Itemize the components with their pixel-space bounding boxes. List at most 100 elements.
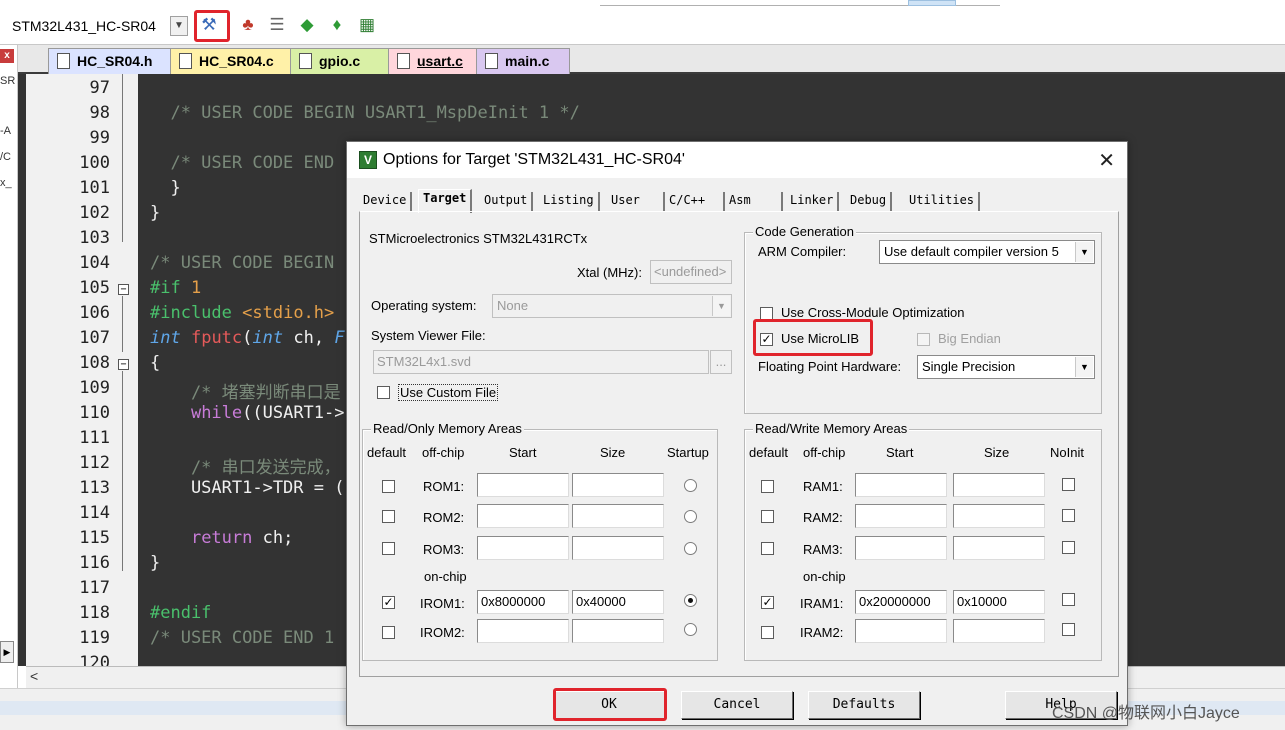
irom2-default-checkbox[interactable] [382, 626, 395, 639]
ram2-start-field[interactable] [855, 504, 947, 528]
tab-debug[interactable]: Debug [846, 192, 893, 211]
stack-icon[interactable]: ☰ [266, 14, 288, 36]
green-diamond-icon[interactable]: ◆ [296, 14, 318, 36]
ram3-noinit-checkbox[interactable] [1062, 541, 1075, 554]
irom1-startup-radio[interactable] [684, 594, 697, 607]
tab-gpio-c[interactable]: gpio.c [290, 48, 400, 74]
ram2-noinit-checkbox[interactable] [1062, 509, 1075, 522]
rom3-startup-radio[interactable] [684, 542, 697, 555]
rom1-size-field[interactable] [572, 473, 664, 497]
cross-module-label[interactable]: Use Cross-Module Optimization [781, 305, 965, 320]
ram3-default-checkbox[interactable] [761, 542, 774, 555]
big-endian-checkbox[interactable] [917, 333, 930, 346]
ram1-noinit-checkbox[interactable] [1062, 478, 1075, 491]
tab-target[interactable]: Target [418, 189, 473, 213]
pack-installer-icon[interactable]: ▦ [356, 14, 378, 36]
xtal-field[interactable]: <undefined> [650, 260, 732, 284]
tab-hc-sr04-c[interactable]: HC_SR04.c [170, 48, 306, 74]
line-number: 118 [79, 603, 110, 623]
ram1-default-checkbox[interactable] [761, 480, 774, 493]
chevron-down-icon[interactable]: ▼ [170, 16, 188, 36]
chevron-down-icon[interactable]: ▼ [712, 296, 730, 316]
scroll-right-icon[interactable]: ▶ [0, 641, 14, 663]
ram2-label: RAM2: [803, 510, 843, 525]
tab-label: main.c [505, 53, 550, 69]
tab-main-c[interactable]: main.c [476, 48, 570, 74]
target-select[interactable]: STM32L431_HC-SR04 ▼ [8, 14, 188, 38]
use-custom-file-label[interactable]: Use Custom File [398, 384, 499, 401]
iram1-noinit-checkbox[interactable] [1062, 593, 1075, 606]
rom1-startup-radio[interactable] [684, 479, 697, 492]
ram3-start-field[interactable] [855, 536, 947, 560]
tab-listing[interactable]: Listing [539, 192, 600, 211]
iram1-default-checkbox[interactable]: ✓ [761, 596, 774, 609]
iram2-default-checkbox[interactable] [761, 626, 774, 639]
ram1-start-field[interactable] [855, 473, 947, 497]
rom1-start-field[interactable] [477, 473, 569, 497]
iram1-size-field[interactable]: 0x10000 [953, 590, 1045, 614]
tab-device[interactable]: Device [359, 192, 413, 211]
svf-field[interactable]: STM32L4x1.svd [373, 350, 709, 374]
tab-asm[interactable]: Asm [725, 192, 783, 211]
close-icon[interactable]: ✕ [1098, 148, 1115, 173]
irom2-start-field[interactable] [477, 619, 569, 643]
ram3-size-field[interactable] [953, 536, 1045, 560]
defaults-button[interactable]: Defaults [808, 691, 920, 719]
irom1-size-field[interactable]: 0x40000 [572, 590, 664, 614]
tab-linker[interactable]: Linker [786, 192, 840, 211]
iram2-size-field[interactable] [953, 619, 1045, 643]
rom1-default-checkbox[interactable] [382, 480, 395, 493]
rom3-size-field[interactable] [572, 536, 664, 560]
project-tree-text[interactable]: /C [0, 151, 18, 163]
tab-c-cpp[interactable]: C/C++ [665, 192, 725, 211]
toolbar-top-button[interactable] [908, 0, 956, 6]
rom2-start-field[interactable] [477, 504, 569, 528]
tab-hc-sr04-h[interactable]: HC_SR04.h [48, 48, 184, 74]
fold-marker-icon[interactable]: − [118, 284, 129, 295]
cancel-button[interactable]: Cancel [681, 691, 793, 719]
rom2-startup-radio[interactable] [684, 510, 697, 523]
iram1-start-field[interactable]: 0x20000000 [855, 590, 947, 614]
irom1-default-checkbox[interactable]: ✓ [382, 596, 395, 609]
code-line: /* 堵塞判断串口是 [150, 383, 341, 403]
irom2-startup-radio[interactable] [684, 623, 697, 636]
chevron-down-icon[interactable]: ▼ [1075, 242, 1093, 262]
irom1-start-field[interactable]: 0x8000000 [477, 590, 569, 614]
rom3-start-field[interactable] [477, 536, 569, 560]
fold-line [122, 296, 123, 352]
arm-compiler-select[interactable]: Use default compiler version 5 ▼ [879, 240, 1095, 264]
col-size: Size [984, 445, 1010, 460]
tab-utilities[interactable]: Utilities [905, 192, 981, 211]
iram2-label: IRAM2: [800, 625, 844, 640]
os-select[interactable]: None ▼ [492, 294, 732, 318]
tab-user[interactable]: User [607, 192, 665, 211]
fold-marker-icon[interactable]: − [118, 359, 129, 370]
code-line: #include <stdio.h> [150, 303, 335, 323]
iram1-label: IRAM1: [800, 596, 844, 611]
download-icon[interactable]: ♦ [326, 14, 348, 36]
ram2-default-checkbox[interactable] [761, 510, 774, 523]
project-tree-text[interactable]: SR [0, 75, 18, 87]
iram2-noinit-checkbox[interactable] [1062, 623, 1075, 636]
browse-button[interactable]: ... [710, 350, 732, 374]
close-icon[interactable]: x [0, 49, 14, 63]
rom3-default-checkbox[interactable] [382, 542, 395, 555]
project-tree-text[interactable]: -A [0, 125, 18, 137]
rom2-default-checkbox[interactable] [382, 510, 395, 523]
line-number: 106 [79, 303, 110, 323]
fph-select[interactable]: Single Precision ▼ [917, 355, 1095, 379]
tab-output[interactable]: Output [480, 192, 534, 211]
use-custom-file-checkbox[interactable] [377, 386, 390, 399]
scroll-left-icon[interactable]: < [30, 668, 38, 684]
iram2-start-field[interactable] [855, 619, 947, 643]
project-tree-text[interactable]: x_ [0, 177, 18, 189]
tab-usart-c[interactable]: usart.c [388, 48, 488, 74]
irom2-size-field[interactable] [572, 619, 664, 643]
ram1-size-field[interactable] [953, 473, 1045, 497]
ram2-size-field[interactable] [953, 504, 1045, 528]
line-number: 117 [79, 578, 110, 598]
manage-components-icon[interactable]: ♣ [237, 14, 259, 36]
chevron-down-icon[interactable]: ▼ [1075, 357, 1093, 377]
big-endian-label[interactable]: Big Endian [938, 331, 1001, 346]
rom2-size-field[interactable] [572, 504, 664, 528]
